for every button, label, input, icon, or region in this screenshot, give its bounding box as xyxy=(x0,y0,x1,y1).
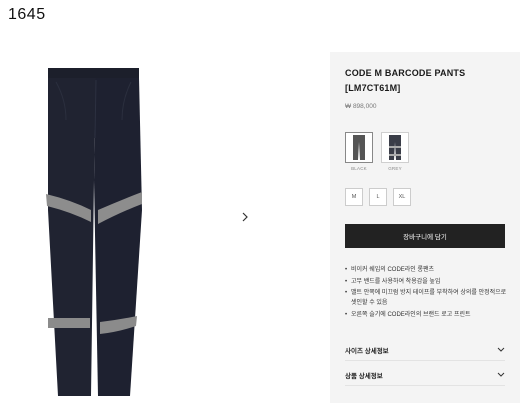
feature-item: 고무 밴드를 사용하여 착용감을 높임 xyxy=(345,277,510,287)
color-label: BLACK xyxy=(351,166,367,171)
product-title-name: CODE M BARCODE PANTS xyxy=(345,68,466,78)
color-swatch-grey[interactable] xyxy=(381,132,409,163)
size-button-m[interactable]: M xyxy=(345,188,363,206)
product-title-code: [LM7CT61M] xyxy=(345,83,401,93)
page-number: 1645 xyxy=(8,6,46,23)
size-button-l[interactable]: L xyxy=(369,188,387,206)
color-swatch-black[interactable] xyxy=(345,132,373,163)
feature-item: 오른쪽 슬기에 CODE라인의 브랜드 로고 프린트 xyxy=(345,310,510,320)
size-button-xl[interactable]: XL xyxy=(393,188,411,206)
pants-thumbnail-icon xyxy=(353,135,365,160)
product-price: ₩ 898,000 xyxy=(345,103,377,110)
pants-illustration xyxy=(46,68,142,396)
accordion-label: 상품 상세정보 xyxy=(345,372,383,380)
color-option-grey[interactable]: GREY xyxy=(381,132,409,171)
size-info-accordion[interactable]: 사이즈 상세정보 xyxy=(345,339,505,361)
product-info-accordion[interactable]: 상품 상세정보 xyxy=(345,364,505,386)
product-image xyxy=(36,60,156,396)
add-to-cart-button[interactable]: 장바구니에 담기 xyxy=(345,224,505,248)
color-label: GREY xyxy=(388,166,402,171)
next-image-button[interactable] xyxy=(238,208,252,226)
color-option-black[interactable]: BLACK xyxy=(345,132,373,171)
chevron-down-icon xyxy=(497,372,505,377)
pants-thumbnail-icon xyxy=(389,135,401,160)
chevron-down-icon xyxy=(497,347,505,352)
chevron-right-icon xyxy=(242,212,248,222)
feature-item: 비이커 쉐입의 CODE라인 롱팬츠 xyxy=(345,265,510,275)
size-options: M L XL xyxy=(345,188,411,206)
color-options: BLACK GREY xyxy=(345,132,409,171)
product-title: CODE M BARCODE PANTS [LM7CT61M] xyxy=(345,66,515,96)
accordion-label: 사이즈 상세정보 xyxy=(345,347,389,355)
feature-list: 비이커 쉐입의 CODE라인 롱팬츠 고무 밴드를 사용하여 착용감을 높임 밸… xyxy=(345,265,510,321)
feature-item: 밸트 안쪽에 미끄럼 방지 테이프를 부착하여 상의를 안정적으로 셋인할 수 … xyxy=(345,288,510,308)
